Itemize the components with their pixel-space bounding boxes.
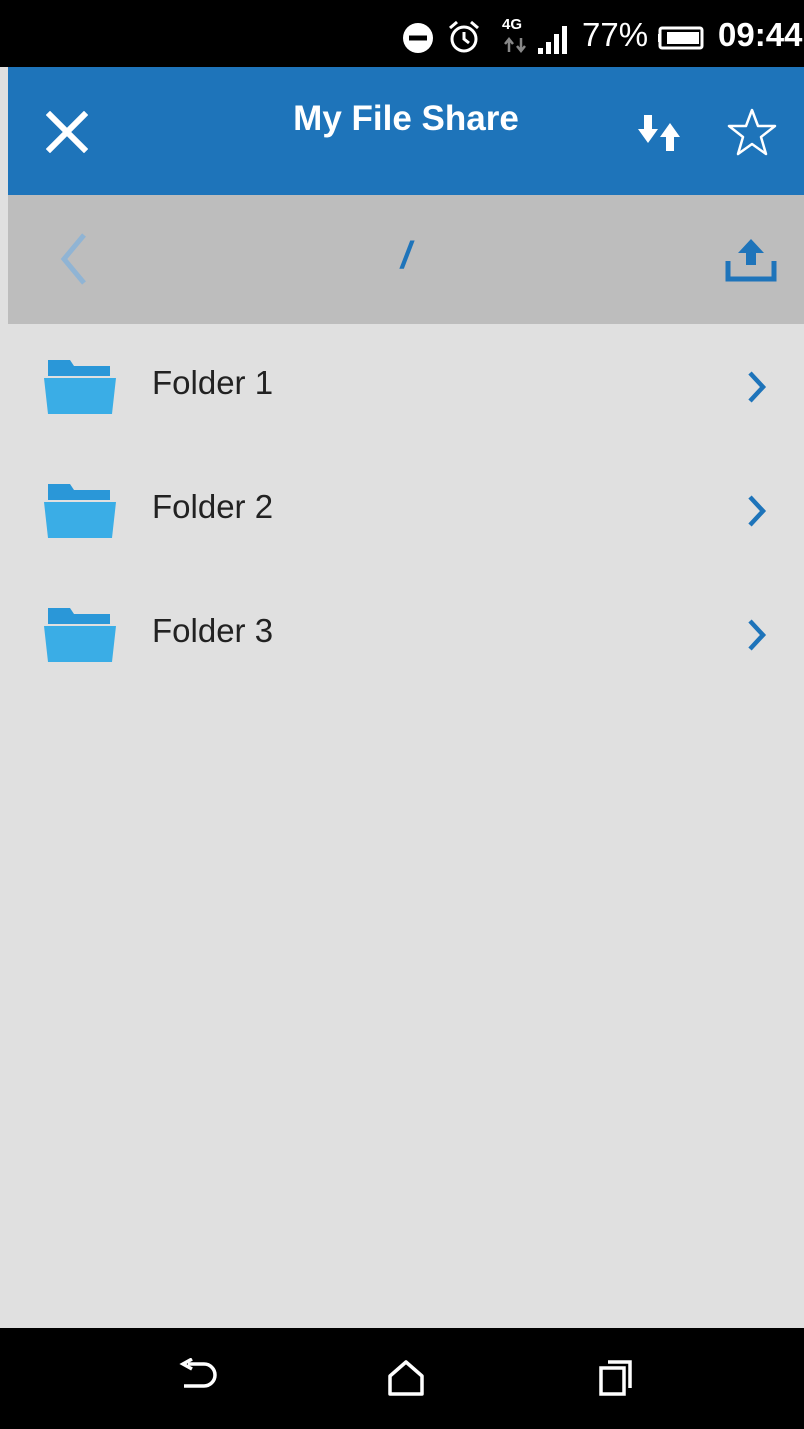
path-bar: / (8, 195, 804, 324)
chevron-right-icon (748, 619, 767, 651)
list-item[interactable]: Folder 1 (8, 324, 804, 448)
signal-icon (538, 26, 567, 54)
recents-icon[interactable] (598, 1358, 634, 1398)
home-icon[interactable] (386, 1358, 426, 1398)
list-item[interactable]: Folder 2 (8, 448, 804, 572)
folder-list: Folder 1 Folder 2 Folder 3 (8, 324, 804, 696)
status-bar: 4G 77% 09:44 (0, 0, 804, 67)
chevron-right-icon (748, 495, 767, 527)
transfer-icon[interactable] (634, 111, 682, 155)
battery-percent: 77% (582, 16, 649, 53)
upload-icon[interactable] (724, 235, 778, 283)
chevron-right-icon (748, 371, 767, 403)
current-path: / (400, 235, 412, 277)
star-icon[interactable] (726, 107, 778, 157)
network-type-label: 4G (502, 16, 523, 33)
app-title: My File Share (293, 99, 519, 138)
folder-label: Folder 3 (152, 612, 274, 649)
screen: 4G 77% 09:44 My File Share / Folder 1 Fo… (0, 0, 804, 1429)
alarm-icon (449, 20, 479, 53)
do-not-disturb-icon (403, 23, 433, 53)
folder-icon (44, 608, 116, 662)
folder-label: Folder 1 (152, 364, 274, 401)
folder-icon (44, 360, 116, 414)
battery-icon (658, 26, 704, 50)
back-icon[interactable] (178, 1358, 220, 1398)
list-item[interactable]: Folder 3 (8, 572, 804, 696)
network-4g-icon: 4G (502, 16, 530, 56)
clock: 09:44 (718, 16, 803, 53)
nav-bar (0, 1328, 804, 1429)
folder-icon (44, 484, 116, 538)
folder-label: Folder 2 (152, 488, 274, 525)
app-bar: My File Share (8, 67, 804, 195)
